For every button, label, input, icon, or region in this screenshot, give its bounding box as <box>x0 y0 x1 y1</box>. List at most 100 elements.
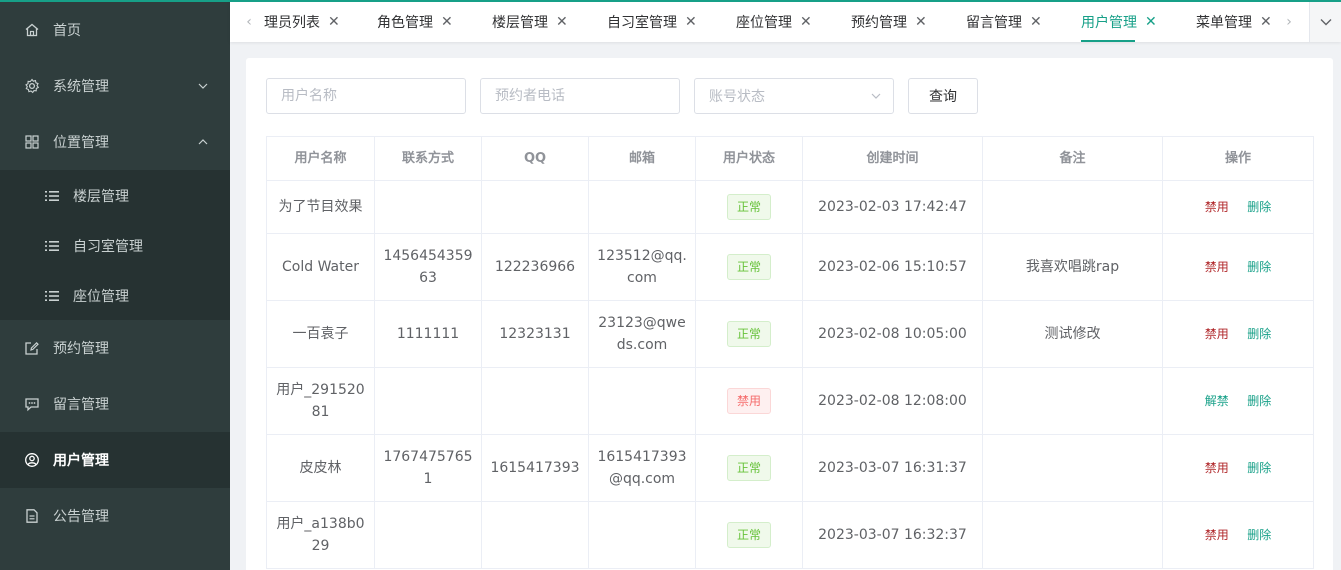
cell-qq: 12323131 <box>481 300 589 368</box>
table-row: Cold Water 145645435963 122236966 123512… <box>266 233 1314 301</box>
status-badge: 正常 <box>726 254 771 280</box>
table-row: 一百袁子 1111111 12323131 23123@qweds.com 正常… <box>266 300 1314 368</box>
column-header: 备注 <box>982 136 1163 181</box>
tab-menu[interactable]: 菜单管理 ✕ <box>1196 2 1272 42</box>
cell-email: 123512@qq.com <box>588 233 696 301</box>
sidebar: 首页 系统管理 位置管理 楼层管理 自习室管理 座位管理 预约管理 留言管理 用… <box>0 0 230 570</box>
sidebar-item-label: 位置管理 <box>53 135 109 151</box>
cell-note <box>982 367 1163 435</box>
sidebar-subitem-seat[interactable]: 座位管理 <box>0 271 230 321</box>
tab-scroll-right-icon[interactable]: › <box>1282 14 1296 30</box>
sidebar-subitem-studyroom[interactable]: 自习室管理 <box>0 221 230 271</box>
delete-button[interactable]: 删除 <box>1247 200 1271 214</box>
delete-button[interactable]: 删除 <box>1247 327 1271 341</box>
tab-seat[interactable]: 座位管理 ✕ <box>736 2 812 42</box>
tabs-more-dropdown[interactable] <box>1309 2 1341 42</box>
cell-status: 正常 <box>695 233 803 301</box>
cell-created: 2023-02-03 17:42:47 <box>802 180 983 234</box>
cell-actions: 禁用 删除 <box>1162 434 1314 502</box>
disable-button[interactable]: 禁用 <box>1205 528 1229 542</box>
tab-admin-list[interactable]: 理员列表 ✕ <box>264 2 340 42</box>
delete-button[interactable]: 删除 <box>1247 260 1271 274</box>
close-icon[interactable]: ✕ <box>441 14 453 30</box>
username-input[interactable] <box>266 78 466 114</box>
sidebar-item-label: 公告管理 <box>53 509 109 525</box>
sidebar-item-message[interactable]: 留言管理 <box>0 376 230 432</box>
cell-phone: 1111111 <box>374 300 482 368</box>
close-icon[interactable]: ✕ <box>685 14 697 30</box>
cell-username: 一百袁子 <box>266 300 375 368</box>
cell-note <box>982 180 1163 234</box>
query-button[interactable]: 查询 <box>908 78 978 114</box>
tab-floor[interactable]: 楼层管理 ✕ <box>492 2 568 42</box>
column-header: 用户状态 <box>695 136 803 181</box>
sidebar-item-user[interactable]: 用户管理 <box>0 432 230 488</box>
tab-reservation[interactable]: 预约管理 ✕ <box>851 2 927 42</box>
tab-label: 座位管理 <box>736 15 792 31</box>
close-icon[interactable]: ✕ <box>1145 14 1157 30</box>
cell-created: 2023-03-07 16:31:37 <box>802 434 983 502</box>
sidebar-item-label: 首页 <box>53 23 81 39</box>
cell-actions: 禁用 删除 <box>1162 233 1314 301</box>
close-icon[interactable]: ✕ <box>556 14 568 30</box>
sidebar-item-home[interactable]: 首页 <box>0 2 230 58</box>
tab-label: 理员列表 <box>264 15 320 31</box>
tab-label: 楼层管理 <box>492 15 548 31</box>
edit-icon <box>24 340 40 356</box>
sidebar-item-location[interactable]: 位置管理 <box>0 114 230 170</box>
tab-label: 用户管理 <box>1081 15 1137 31</box>
sidebar-item-label: 系统管理 <box>53 79 109 95</box>
close-icon[interactable]: ✕ <box>1260 14 1272 30</box>
cell-phone <box>374 367 482 435</box>
phone-input[interactable] <box>480 78 680 114</box>
chevron-down-icon <box>871 93 881 99</box>
status-select[interactable]: 账号状态 <box>694 78 894 114</box>
sidebar-item-label: 用户管理 <box>53 453 109 469</box>
disable-button[interactable]: 禁用 <box>1205 200 1229 214</box>
delete-button[interactable]: 删除 <box>1247 394 1271 408</box>
sidebar-subitem-floor[interactable]: 楼层管理 <box>0 171 230 221</box>
chevron-up-icon <box>198 139 208 145</box>
cell-email <box>588 367 696 435</box>
disable-button[interactable]: 禁用 <box>1205 327 1229 341</box>
cell-note: 我喜欢唱跳rap <box>982 233 1163 301</box>
sidebar-subitem-label: 自习室管理 <box>73 239 143 255</box>
tab-message[interactable]: 留言管理 ✕ <box>966 2 1042 42</box>
tab-studyroom[interactable]: 自习室管理 ✕ <box>607 2 697 42</box>
sidebar-item-reservation[interactable]: 预约管理 <box>0 320 230 376</box>
message-icon <box>24 396 40 412</box>
tab-scroll-left-icon[interactable]: ‹ <box>242 14 256 30</box>
tab-label: 预约管理 <box>851 15 907 31</box>
cell-note <box>982 501 1163 569</box>
cell-created: 2023-02-06 15:10:57 <box>802 233 983 301</box>
cell-actions: 禁用 删除 <box>1162 300 1314 368</box>
cell-username: 为了节目效果 <box>266 180 375 234</box>
delete-button[interactable]: 删除 <box>1247 528 1271 542</box>
sidebar-item-notice[interactable]: 公告管理 <box>0 488 230 544</box>
close-icon[interactable]: ✕ <box>328 14 340 30</box>
table-header-row: 用户名称 联系方式 QQ 邮箱 用户状态 创建时间 备注 操作 <box>266 136 1314 181</box>
close-icon[interactable]: ✕ <box>915 14 927 30</box>
cell-actions: 禁用 删除 <box>1162 180 1314 234</box>
cell-phone <box>374 180 482 234</box>
cell-note: 测试修改 <box>982 300 1163 368</box>
tab-user[interactable]: 用户管理 ✕ <box>1081 2 1157 42</box>
user-table: 用户名称 联系方式 QQ 邮箱 用户状态 创建时间 备注 操作 为了节目效果 正… <box>266 136 1314 569</box>
cell-username: 用户_a138b029 <box>266 501 375 569</box>
delete-button[interactable]: 删除 <box>1247 461 1271 475</box>
status-select-placeholder: 账号状态 <box>709 89 765 105</box>
sidebar-item-system[interactable]: 系统管理 <box>0 58 230 114</box>
cell-email <box>588 501 696 569</box>
disable-button[interactable]: 禁用 <box>1205 260 1229 274</box>
disable-button[interactable]: 禁用 <box>1205 461 1229 475</box>
tab-role[interactable]: 角色管理 ✕ <box>377 2 453 42</box>
status-badge: 正常 <box>726 522 771 548</box>
close-icon[interactable]: ✕ <box>1030 14 1042 30</box>
table-row: 用户_a138b029 正常 2023-03-07 16:32:37 禁用 删除 <box>266 501 1314 569</box>
table-row: 皮皮林 17674757651 1615417393 1615417393@qq… <box>266 434 1314 502</box>
close-icon[interactable]: ✕ <box>800 14 812 30</box>
unban-button[interactable]: 解禁 <box>1205 394 1229 408</box>
cell-qq <box>481 180 589 234</box>
main-card: 账号状态 查询 用户名称 联系方式 QQ 邮箱 用户状态 创建时间 备注 操作 … <box>246 58 1333 570</box>
cell-username: 皮皮林 <box>266 434 375 502</box>
